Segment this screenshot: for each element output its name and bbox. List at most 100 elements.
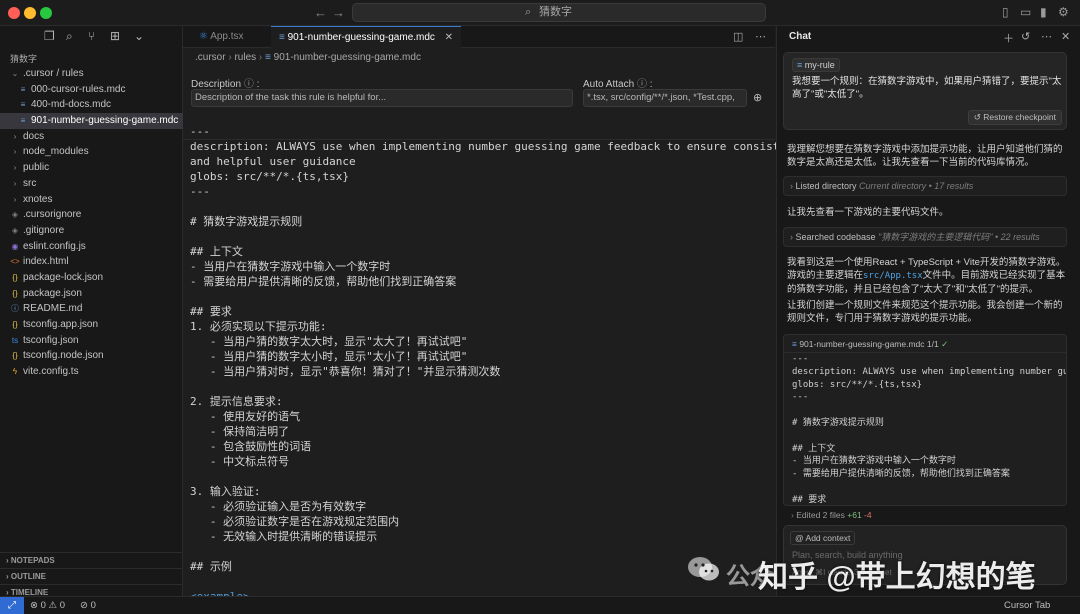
mdc-file-icon: ≡	[279, 32, 288, 43]
restore-checkpoint-button[interactable]: ↺ Restore checkpoint	[967, 110, 1062, 125]
tree-folder[interactable]: › node_modules	[0, 144, 183, 160]
tab-app-tsx[interactable]: ⚛ App.tsx	[191, 26, 252, 48]
files-icon[interactable]: ❐	[44, 29, 55, 43]
code-line: ## 示例	[190, 560, 232, 573]
code-line: and helpful user guidance	[190, 155, 356, 168]
file-edit-card[interactable]: ≡ 901-number-guessing-game.mdc 1/1 ✓ ---…	[783, 334, 1067, 506]
assistant-paragraph: 我看到这是一个使用React + TypeScript + Vite开发的猜数字…	[787, 257, 1066, 295]
close-tab-icon[interactable]: ✕	[445, 27, 453, 49]
toggle-secondary-sidebar-icon[interactable]: ▮	[1040, 5, 1047, 19]
notepads-section[interactable]: › NOTEPADS	[0, 552, 183, 568]
code-line: 2. 提示信息要求:	[190, 395, 283, 408]
code-line: ---	[190, 185, 210, 198]
history-icon[interactable]: ↺	[1021, 30, 1030, 43]
code-editor[interactable]: --- description: ALWAYS use when implemen…	[190, 124, 799, 604]
composer-input[interactable]: Plan, search, build anything	[792, 550, 903, 560]
tree-folder[interactable]: › xnotes	[0, 192, 183, 208]
rule-chip[interactable]: ≡ my-rule	[792, 58, 840, 72]
tree-file[interactable]: ϟ vite.config.ts	[0, 364, 183, 380]
command-search-box[interactable]: ⌕ 猜数字	[352, 3, 766, 22]
tree-folder[interactable]: ⌄ .cursor / rules	[0, 66, 183, 82]
remote-icon[interactable]: ⤢	[0, 597, 24, 614]
tree-file[interactable]: ≡ 901-number-guessing-game.mdc	[0, 113, 183, 129]
auto-attach-input[interactable]: *.tsx, src/config/**/*.json, *Test.cpp,	[583, 89, 747, 107]
description-input[interactable]: Description of the task this rule is hel…	[191, 89, 573, 107]
tree-item-label: .cursor / rules	[23, 68, 84, 79]
tree-file[interactable]: ≡ 400-md-docs.mdc	[0, 97, 183, 113]
chat-header: Chat ＋ ↺ ⋯ ✕	[777, 26, 1080, 48]
tree-file[interactable]: {} package-lock.json	[0, 270, 183, 286]
chevron-down-icon[interactable]: ⌄	[134, 29, 144, 43]
tree-file[interactable]: ◈ .gitignore	[0, 223, 183, 239]
tree-item-label: .cursorignore	[23, 209, 82, 221]
minimize-window-button[interactable]	[24, 7, 36, 19]
breadcrumb-item[interactable]: .cursor	[195, 52, 226, 63]
breadcrumb-item[interactable]: rules	[234, 52, 256, 63]
problems-indicator[interactable]: ⊗ 0 ⚠ 0	[30, 600, 65, 611]
add-context-button[interactable]: @ Add context	[790, 531, 856, 545]
chat-title: Chat	[789, 31, 812, 42]
ports-indicator[interactable]: ⊘ 0	[80, 600, 96, 611]
chevron-right-icon: ›	[13, 147, 17, 157]
outline-section[interactable]: › OUTLINE	[0, 568, 183, 584]
tree-file[interactable]: {} package.json	[0, 286, 183, 302]
tree-file[interactable]: ◉ eslint.config.js	[0, 239, 183, 255]
tree-file[interactable]: ◈ .cursorignore	[0, 207, 183, 223]
more-icon[interactable]: ⋯	[1041, 30, 1052, 43]
more-actions-icon[interactable]: ⋯	[755, 30, 766, 43]
search-icon: ⌕	[525, 6, 532, 18]
file-tree: ⌄ .cursor / rules ≡ 000-cursor-rules.mdc ≡ 40…	[0, 66, 183, 380]
mdc-file-icon: ≡	[265, 52, 274, 63]
tree-folder[interactable]: › docs	[0, 129, 183, 145]
code-line: - 当用户猜对时，显示"恭喜你！猜对了！"并显示猜测次数	[190, 365, 501, 378]
file-card-line: description: ALWAYS use when implementin…	[792, 366, 1067, 377]
tab-number-guessing-rule[interactable]: ≡ 901-number-guessing-game.mdc ✕	[271, 26, 461, 48]
cursor-tab-status[interactable]: Cursor Tab	[1004, 600, 1050, 611]
tree-file[interactable]: ts tsconfig.json	[0, 333, 183, 349]
edited-files-summary[interactable]: › Edited 2 files +61 -4	[783, 507, 1067, 523]
file-card-line: # 猜数字游戏提示规则	[792, 417, 884, 428]
globe-icon[interactable]: ⊕	[753, 91, 762, 104]
code-line: ## 上下文	[190, 245, 243, 258]
file-reference-link[interactable]: src/App.tsx	[863, 271, 923, 281]
file-card-line: ---	[792, 354, 809, 364]
tree-file[interactable]: ⓘ README.md	[0, 301, 183, 317]
vite-file-icon: ϟ	[12, 367, 18, 377]
tree-folder[interactable]: › public	[0, 160, 183, 176]
tree-file[interactable]: <> index.html	[0, 254, 183, 270]
file-card-header: ≡ 901-number-guessing-game.mdc 1/1 ✓	[784, 335, 1066, 353]
split-editor-icon[interactable]: ◫	[733, 30, 743, 43]
new-chat-icon[interactable]: ＋	[1003, 30, 1014, 46]
close-window-button[interactable]	[8, 7, 20, 19]
toggle-sidebar-icon[interactable]: ▯	[1002, 5, 1009, 19]
source-control-icon[interactable]: ⑂	[88, 29, 95, 43]
settings-gear-icon[interactable]: ⚙	[1058, 5, 1069, 19]
composer-mode[interactable]: Agent ⌘I claude-3.5-sonnet	[792, 568, 892, 577]
tree-file[interactable]: {} tsconfig.node.json	[0, 348, 183, 364]
check-icon: ✓	[941, 339, 949, 349]
toggle-panel-icon[interactable]: ▭	[1020, 5, 1031, 19]
code-line: - 当用户在猜数字游戏中输入一个数字时	[190, 260, 391, 273]
json-file-icon: {}	[12, 351, 18, 361]
tree-file[interactable]: {} tsconfig.app.json	[0, 317, 183, 333]
breadcrumb-item[interactable]: 901-number-guessing-game.mdc	[274, 52, 421, 63]
forward-arrow-icon[interactable]: →	[332, 5, 345, 20]
searched-codebase-step[interactable]: › Searched codebase "猜数字游戏的主要逻辑代码" • 22 …	[783, 227, 1067, 247]
maximize-window-button[interactable]	[40, 7, 52, 19]
tree-folder[interactable]: › src	[0, 176, 183, 192]
user-message[interactable]: ≡ my-rule 我想要一个规则：在猜数字游戏中，如果用户猜错了，要提示"太高…	[783, 52, 1067, 130]
explorer-root-label: 猜数字	[10, 54, 38, 64]
mdc-file-icon: ≡	[20, 84, 26, 94]
listed-directory-step[interactable]: › Listed directory Current directory • 1…	[783, 176, 1067, 196]
code-line: 1. 必须实现以下提示功能:	[190, 320, 327, 333]
search-icon[interactable]: ⌕	[66, 29, 73, 44]
extensions-icon[interactable]: ⊞	[110, 29, 120, 43]
tree-file[interactable]: ≡ 000-cursor-rules.mdc	[0, 82, 183, 98]
chat-composer[interactable]: @ Add context Plan, search, build anythi…	[783, 525, 1067, 585]
explorer-sidebar: ❐ ⌕ ⑂ ⊞ ⌄ 猜数字 ⌄ .cursor / rules ≡ 000-curso…	[0, 26, 183, 597]
close-icon[interactable]: ✕	[1061, 30, 1070, 43]
back-arrow-icon[interactable]: ←	[314, 5, 327, 20]
